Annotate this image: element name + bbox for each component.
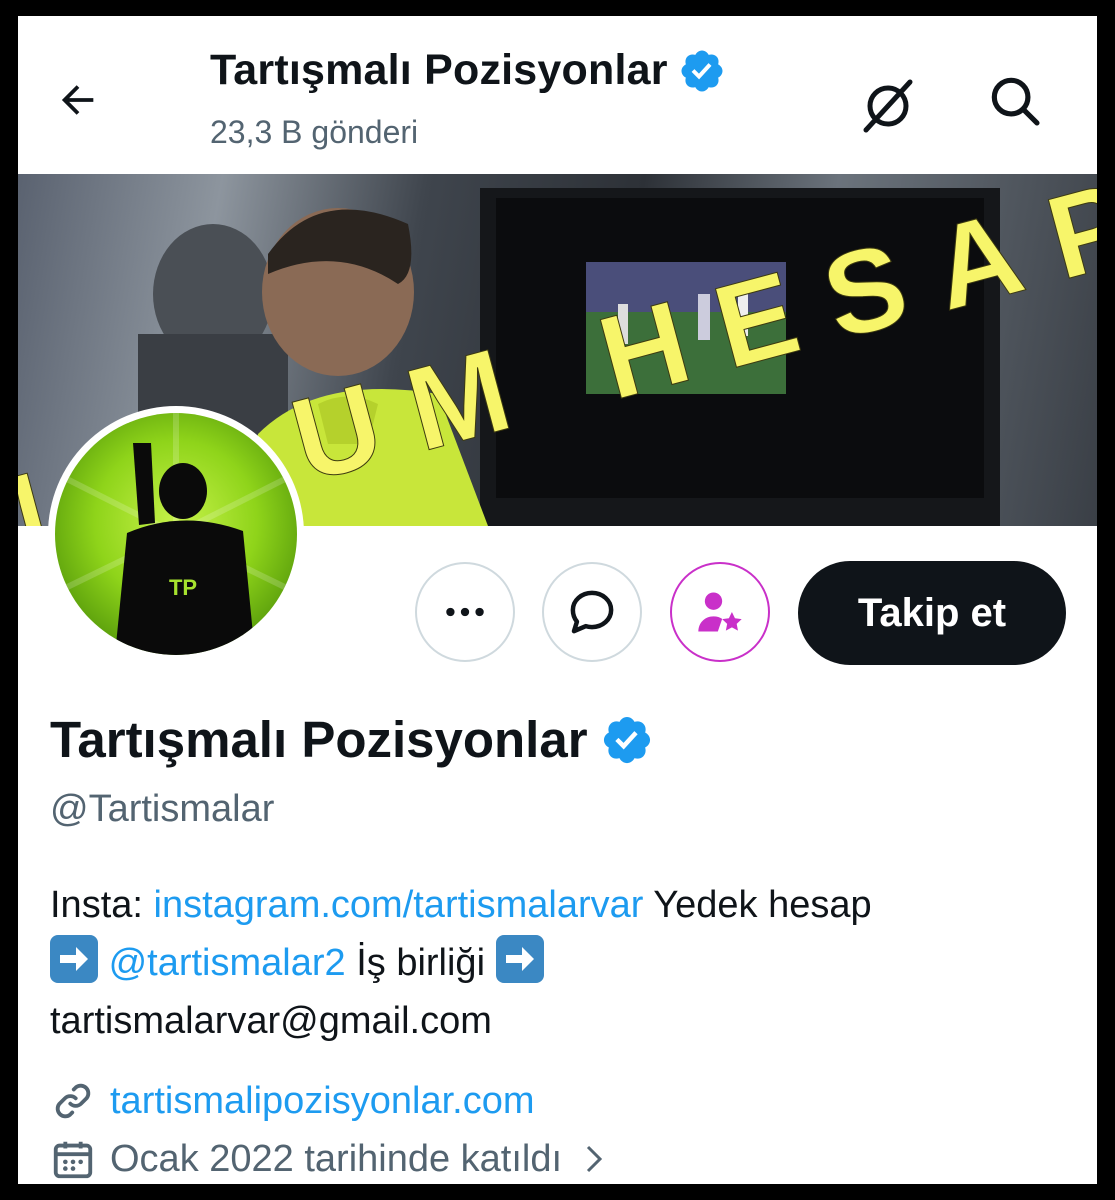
profile-handle: @Tartismalar bbox=[50, 788, 275, 830]
arrow-right-emoji-icon bbox=[50, 935, 98, 983]
grok-icon bbox=[863, 79, 913, 133]
message-icon bbox=[570, 590, 614, 634]
referee-silhouette: TP bbox=[55, 413, 297, 655]
bio-collab-label: İş birliği bbox=[345, 942, 496, 984]
back-button[interactable] bbox=[52, 74, 104, 126]
bio-prefix: Insta: bbox=[50, 884, 154, 926]
subscribe-icon bbox=[698, 592, 742, 632]
subscribe-button[interactable] bbox=[670, 562, 770, 662]
verified-badge-icon bbox=[681, 50, 723, 91]
profile-website-row: tartismalipozisyonlar.com bbox=[50, 1078, 534, 1124]
avatar-image: TP bbox=[55, 413, 297, 655]
profile-screen: Tartışmalı Pozisyonlar 23,3 B gönderi MA… bbox=[18, 16, 1097, 1184]
avatar[interactable]: TP bbox=[48, 406, 304, 662]
search-icon bbox=[991, 77, 1040, 126]
header-title-row: Tartışmalı Pozisyonlar bbox=[210, 46, 726, 95]
chevron-right-icon bbox=[587, 1145, 603, 1173]
profile-name: Tartışmalı Pozisyonlar bbox=[50, 711, 588, 768]
search-button[interactable] bbox=[984, 70, 1046, 132]
website-link[interactable]: tartismalipozisyonlar.com bbox=[110, 1080, 534, 1123]
avatar-logo: TP bbox=[169, 575, 197, 600]
profile-name-row: Tartışmalı Pozisyonlar bbox=[50, 710, 654, 769]
more-icon bbox=[446, 607, 484, 617]
link-icon bbox=[55, 1083, 91, 1119]
top-bar: Tartışmalı Pozisyonlar 23,3 B gönderi bbox=[18, 16, 1097, 174]
bio-email: tartismalarvar@gmail.com bbox=[50, 1000, 492, 1042]
post-count: 23,3 B gönderi bbox=[210, 114, 419, 150]
calendar-icon bbox=[53, 1141, 93, 1179]
profile-joined-row[interactable]: Ocak 2022 tarihinde katıldı bbox=[50, 1136, 612, 1182]
arrow-left-icon bbox=[61, 85, 94, 115]
verified-badge-icon bbox=[603, 716, 650, 763]
instagram-link[interactable]: instagram.com/tartismalarvar bbox=[154, 884, 644, 926]
arrow-right-emoji-icon bbox=[495, 935, 544, 983]
profile-bio: Insta: instagram.com/tartismalarvar Yede… bbox=[50, 876, 1080, 1050]
header-title: Tartışmalı Pozisyonlar bbox=[210, 46, 668, 94]
grok-button[interactable] bbox=[858, 76, 918, 136]
follow-button[interactable]: Takip et bbox=[798, 561, 1066, 665]
joined-date: Ocak 2022 tarihinde katıldı bbox=[110, 1137, 563, 1180]
bio-backup-label: Yedek hesap bbox=[643, 884, 872, 926]
more-button[interactable] bbox=[415, 562, 515, 662]
message-button[interactable] bbox=[542, 562, 642, 662]
backup-account-link[interactable]: @tartismalar2 bbox=[109, 942, 346, 984]
